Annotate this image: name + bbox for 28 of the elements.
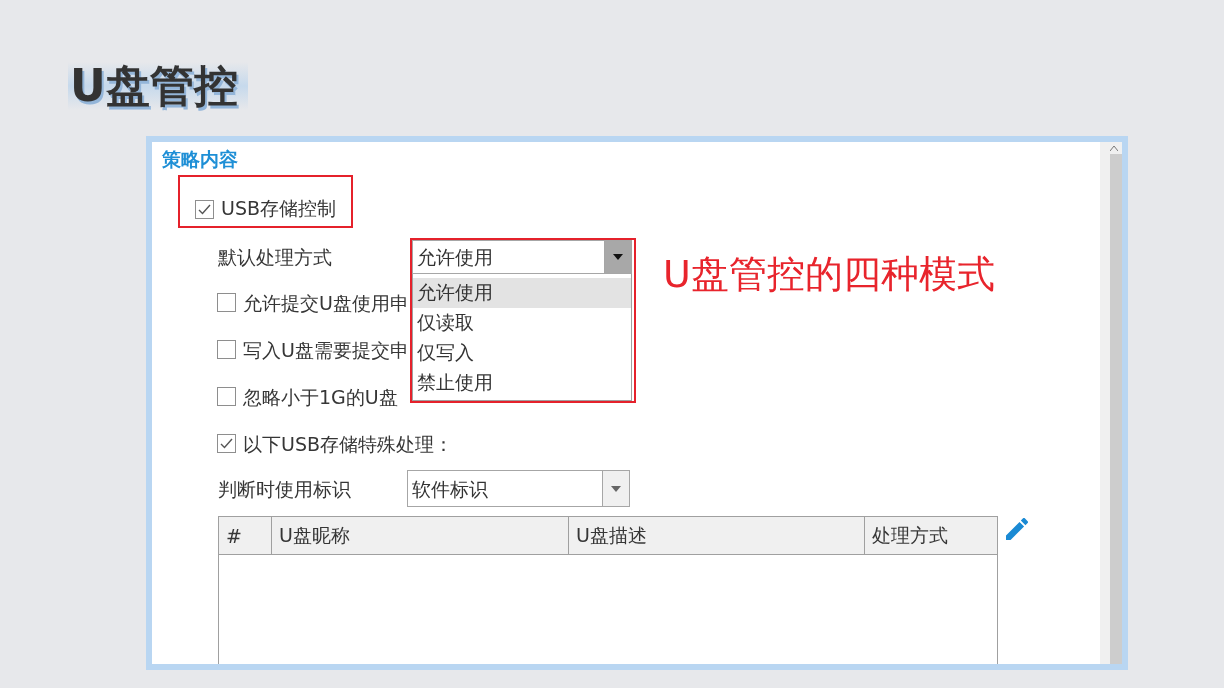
checkbox[interactable] (217, 340, 236, 359)
scroll-up-icon[interactable] (1110, 146, 1118, 151)
checkbox-label: 允许提交U盘使用申 (243, 291, 409, 314)
mode-dropdown[interactable]: 允许使用 (412, 240, 632, 274)
dropdown-option[interactable]: 允许使用 (413, 278, 631, 308)
identifier-dropdown[interactable]: 软件标识 (407, 470, 630, 507)
checkbox[interactable] (195, 200, 214, 219)
pencil-icon[interactable] (1006, 518, 1028, 540)
section-title: 策略内容 (162, 148, 238, 170)
checkbox-label: 忽略小于1G的U盘 (243, 385, 398, 408)
field-label: 判断时使用标识 (218, 477, 352, 500)
scroll-thumb[interactable] (1110, 154, 1122, 664)
caret-icon[interactable] (604, 241, 631, 273)
checkbox[interactable] (217, 293, 236, 312)
annotation-text: U盘管控的四种模式 (663, 253, 995, 295)
checkbox-label: 写入U盘需要提交申 (243, 338, 409, 361)
scrollbar[interactable] (1100, 142, 1122, 664)
checkbox[interactable] (217, 387, 236, 406)
column-header: U盘昵称 (271, 517, 568, 554)
slide-title: U盘管控 (68, 62, 248, 110)
field-label: 默认处理方式 (218, 246, 333, 268)
checkbox-label: USB存储控制 (221, 197, 336, 219)
column-header: 处理方式 (864, 517, 997, 554)
column-header: # (225, 523, 243, 549)
column-header: U盘描述 (568, 517, 864, 554)
checkbox[interactable] (217, 434, 236, 453)
checkbox-label: 以下USB存储特殊处理： (243, 432, 453, 455)
caret-icon[interactable] (602, 471, 629, 506)
